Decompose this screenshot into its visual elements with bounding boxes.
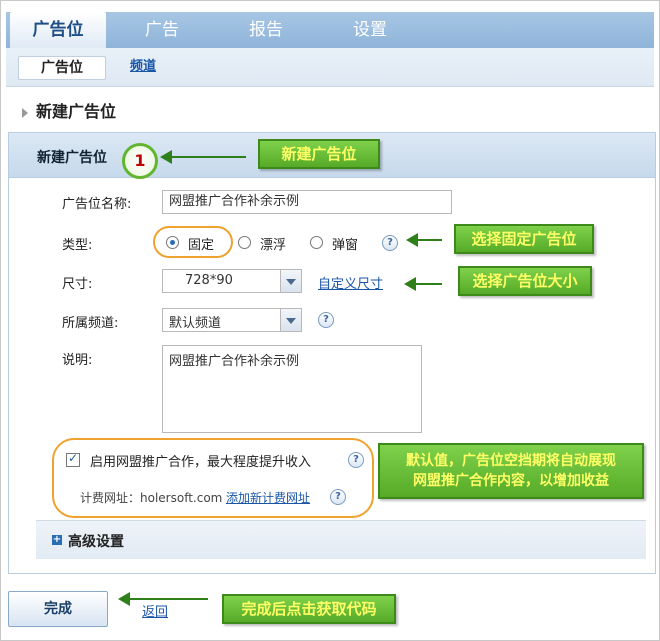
tab-settings[interactable]: 设置 (322, 12, 418, 48)
subtab-channels[interactable]: 频道 (130, 56, 156, 78)
page-title: 新建广告位 (22, 98, 116, 122)
radio-floating[interactable] (238, 236, 251, 249)
tab-ads[interactable]: 广告 (114, 12, 210, 48)
radio-floating-label: 漂浮 (260, 238, 287, 253)
callout-choose-fixed: 选择固定广告位 (454, 224, 594, 254)
highlight-oval (52, 438, 374, 518)
help-icon[interactable]: ? (330, 489, 346, 505)
chevron-down-icon[interactable] (280, 270, 301, 292)
top-nav: 广告位 广告 报告 设置 (6, 12, 654, 48)
chevron-down-icon[interactable] (280, 309, 301, 331)
radio-popup[interactable] (310, 236, 323, 249)
finish-button[interactable]: 完成 (8, 591, 108, 627)
channel-label: 所属频道: (62, 316, 119, 331)
custom-size-link[interactable]: 自定义尺寸 (318, 273, 383, 292)
help-icon[interactable]: ? (348, 452, 364, 468)
page-title-text: 新建广告位 (36, 102, 117, 121)
advanced-settings-bar[interactable]: + 高级设置 (36, 520, 646, 559)
advanced-settings-label: 高级设置 (68, 534, 124, 550)
tab-ad-slots[interactable]: 广告位 (10, 12, 106, 48)
arrow-left-icon (160, 150, 246, 164)
channel-select-value: 默认频道 (169, 316, 222, 331)
billing-url-label: 计费网址：holersoft.com (80, 491, 223, 505)
callout-new-slot: 新建广告位 (258, 139, 380, 169)
size-select[interactable]: 728*90 (162, 269, 302, 293)
sub-nav: 广告位 频道 (6, 48, 654, 87)
arrow-left-icon (406, 233, 442, 247)
help-icon[interactable]: ? (382, 235, 398, 251)
triangle-right-icon (22, 107, 28, 118)
arrow-left-icon (118, 592, 208, 606)
desc-label: 说明: (62, 353, 93, 368)
help-icon[interactable]: ? (318, 312, 334, 328)
type-label: 类型: (62, 238, 93, 253)
radio-fixed[interactable] (166, 236, 179, 249)
panel-title: 新建广告位 (37, 150, 107, 166)
callout-line-1: 默认值，广告位空挡期将自动展现 (406, 453, 616, 469)
callout-choose-size: 选择广告位大小 (458, 266, 592, 296)
tab-reports[interactable]: 报告 (218, 12, 314, 48)
union-checkbox[interactable] (66, 451, 80, 467)
add-billing-url-link[interactable]: 添加新计费网址 (226, 489, 310, 506)
back-link[interactable]: 返回 (142, 601, 168, 620)
callout-line-2: 网盟推广合作内容，以增加收益 (413, 473, 609, 489)
union-checkbox-label: 启用网盟推广合作，最大程度提升收入 (90, 455, 312, 470)
radio-popup-label: 弹窗 (332, 238, 359, 253)
expand-plus-icon[interactable]: + (52, 535, 62, 545)
size-select-value: 728*90 (185, 273, 233, 288)
size-label: 尺寸: (62, 277, 93, 292)
radio-fixed-label: 固定 (188, 238, 215, 253)
callout-finish-hint: 完成后点击获取代码 (222, 594, 396, 624)
name-input[interactable]: 网盟推广合作补余示例 (162, 190, 452, 214)
name-label: 广告位名称: (62, 197, 132, 212)
step-number-badge: 1 (122, 143, 158, 179)
desc-textarea[interactable]: 网盟推广合作补余示例 (162, 345, 422, 433)
subtab-ad-slots[interactable]: 广告位 (18, 56, 106, 80)
callout-default-union: 默认值，广告位空挡期将自动展现 网盟推广合作内容，以增加收益 (378, 443, 644, 499)
arrow-left-icon (404, 277, 442, 291)
channel-select[interactable]: 默认频道 (162, 308, 302, 332)
